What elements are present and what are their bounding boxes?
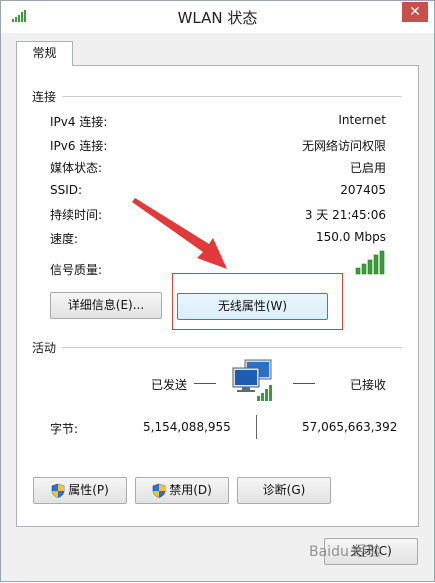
details-button[interactable]: 详细信息(E)... (50, 292, 162, 319)
sent-label: 已发送 (151, 378, 188, 392)
duration-label: 持续时间: (50, 208, 103, 222)
media-state-value: 已启用 (349, 161, 386, 175)
received-label: 已接收 (350, 378, 387, 392)
bytes-label: 字节: (50, 422, 79, 436)
ssid-value: 207405 (340, 183, 386, 197)
media-state-label: 媒体状态: (50, 161, 103, 175)
highlight-annotation-rect (172, 273, 343, 330)
baidu-watermark: Baidu 经验 (301, 535, 431, 565)
bytes-received-value: 57,065,663,392 (302, 420, 398, 434)
window-close-button[interactable]: ✕ (402, 2, 428, 22)
ssid-label: SSID: (50, 183, 83, 197)
speed-value: 150.0 Mbps (315, 230, 386, 244)
title-bar[interactable]: WLAN 状态 ✕ (1, 1, 434, 33)
window-title: WLAN 状态 (177, 9, 258, 27)
uac-shield-icon (51, 483, 65, 498)
signal-quality-label: 信号质量: (50, 263, 103, 277)
activity-section-title: 活动 (32, 341, 57, 355)
connection-section-title: 连接 (32, 90, 57, 104)
properties-button[interactable]: 属性(P) (33, 477, 127, 504)
diagnose-button[interactable]: 诊断(G) (237, 477, 331, 504)
properties-button-label: 属性(P) (68, 483, 109, 497)
received-line (293, 383, 315, 384)
watermark-text: Baidu 经验 (309, 544, 382, 560)
activity-section-divider (62, 347, 402, 348)
tab-general[interactable]: 常规 (16, 41, 73, 66)
bytes-divider (256, 415, 257, 439)
speed-label: 速度: (50, 232, 79, 246)
ipv6-label: IPv6 连接: (50, 139, 108, 153)
ipv4-value: Internet (338, 113, 386, 127)
connection-section-divider (62, 96, 402, 97)
duration-value: 3 天 21:45:06 (304, 208, 386, 222)
ipv6-value: 无网络访问权限 (301, 139, 386, 153)
disable-button-label: 禁用(D) (169, 483, 212, 497)
network-computers-icon (232, 359, 272, 401)
wlan-status-window: WLAN 状态 ✕ 常规 连接 IPv4 连接: Internet IPv6 连… (0, 0, 435, 582)
uac-shield-icon (152, 483, 166, 498)
bytes-sent-value: 5,154,088,955 (143, 420, 231, 434)
ipv4-label: IPv4 连接: (50, 115, 108, 129)
sent-line (194, 383, 216, 384)
signal-quality-bars-icon (355, 250, 385, 275)
disable-button[interactable]: 禁用(D) (135, 477, 229, 504)
